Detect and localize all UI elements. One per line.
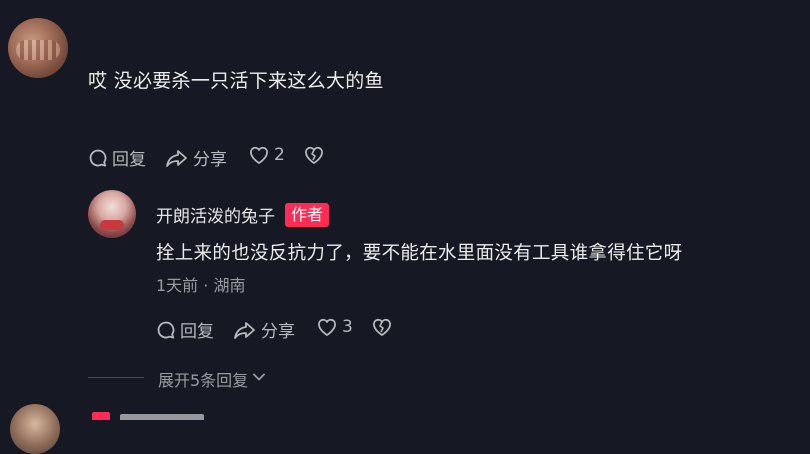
expand-replies-label: 展开5条回复 [158,371,249,390]
reply-header: 开朗活泼的兔子 作者 [156,202,330,227]
next-commenter-avatar[interactable] [10,404,60,454]
broken-heart-icon [303,145,325,165]
broken-heart-icon [371,317,393,337]
author-badge: 作者 [285,202,330,227]
reply-label: 回复 [112,150,146,170]
reply-dislike-button[interactable] [371,317,393,337]
next-comment-name-stub [120,414,204,420]
share-label: 分享 [193,150,227,170]
like-button[interactable]: 2 [248,145,285,165]
author-avatar[interactable] [88,190,136,238]
chevron-down-icon [250,368,268,390]
expand-replies-button[interactable]: 展开5条回复 [158,367,268,391]
share-arrow-icon [165,148,189,168]
reply-text: 拴上来的也没反抗力了，要不能在水里面没有工具谁拿得住它呀 [156,243,683,264]
share-button[interactable]: 分享 [165,145,227,170]
dislike-button[interactable] [303,145,325,165]
reply-button[interactable]: 回复 [88,145,146,170]
next-comment-badge-stub [92,412,110,420]
reply-label: 回复 [180,322,214,342]
heart-icon [248,145,270,165]
reply-meta: 1天前 · 湖南 [156,276,246,295]
comment-bubble-icon [156,320,176,340]
author-username[interactable]: 开朗活泼的兔子 [156,202,275,227]
reply-share-button[interactable]: 分享 [233,317,295,342]
like-count: 3 [342,317,353,337]
comment-text: 哎 没必要杀一只活下来这么大的鱼 [88,70,384,92]
expand-divider [88,377,144,378]
share-arrow-icon [233,320,257,340]
comment-bubble-icon [88,148,108,168]
reply-like-button[interactable]: 3 [316,317,353,337]
commenter-avatar[interactable] [8,18,68,78]
reply-reply-button[interactable]: 回复 [156,317,214,342]
share-label: 分享 [261,322,295,342]
heart-icon [316,317,338,337]
like-count: 2 [274,145,285,165]
